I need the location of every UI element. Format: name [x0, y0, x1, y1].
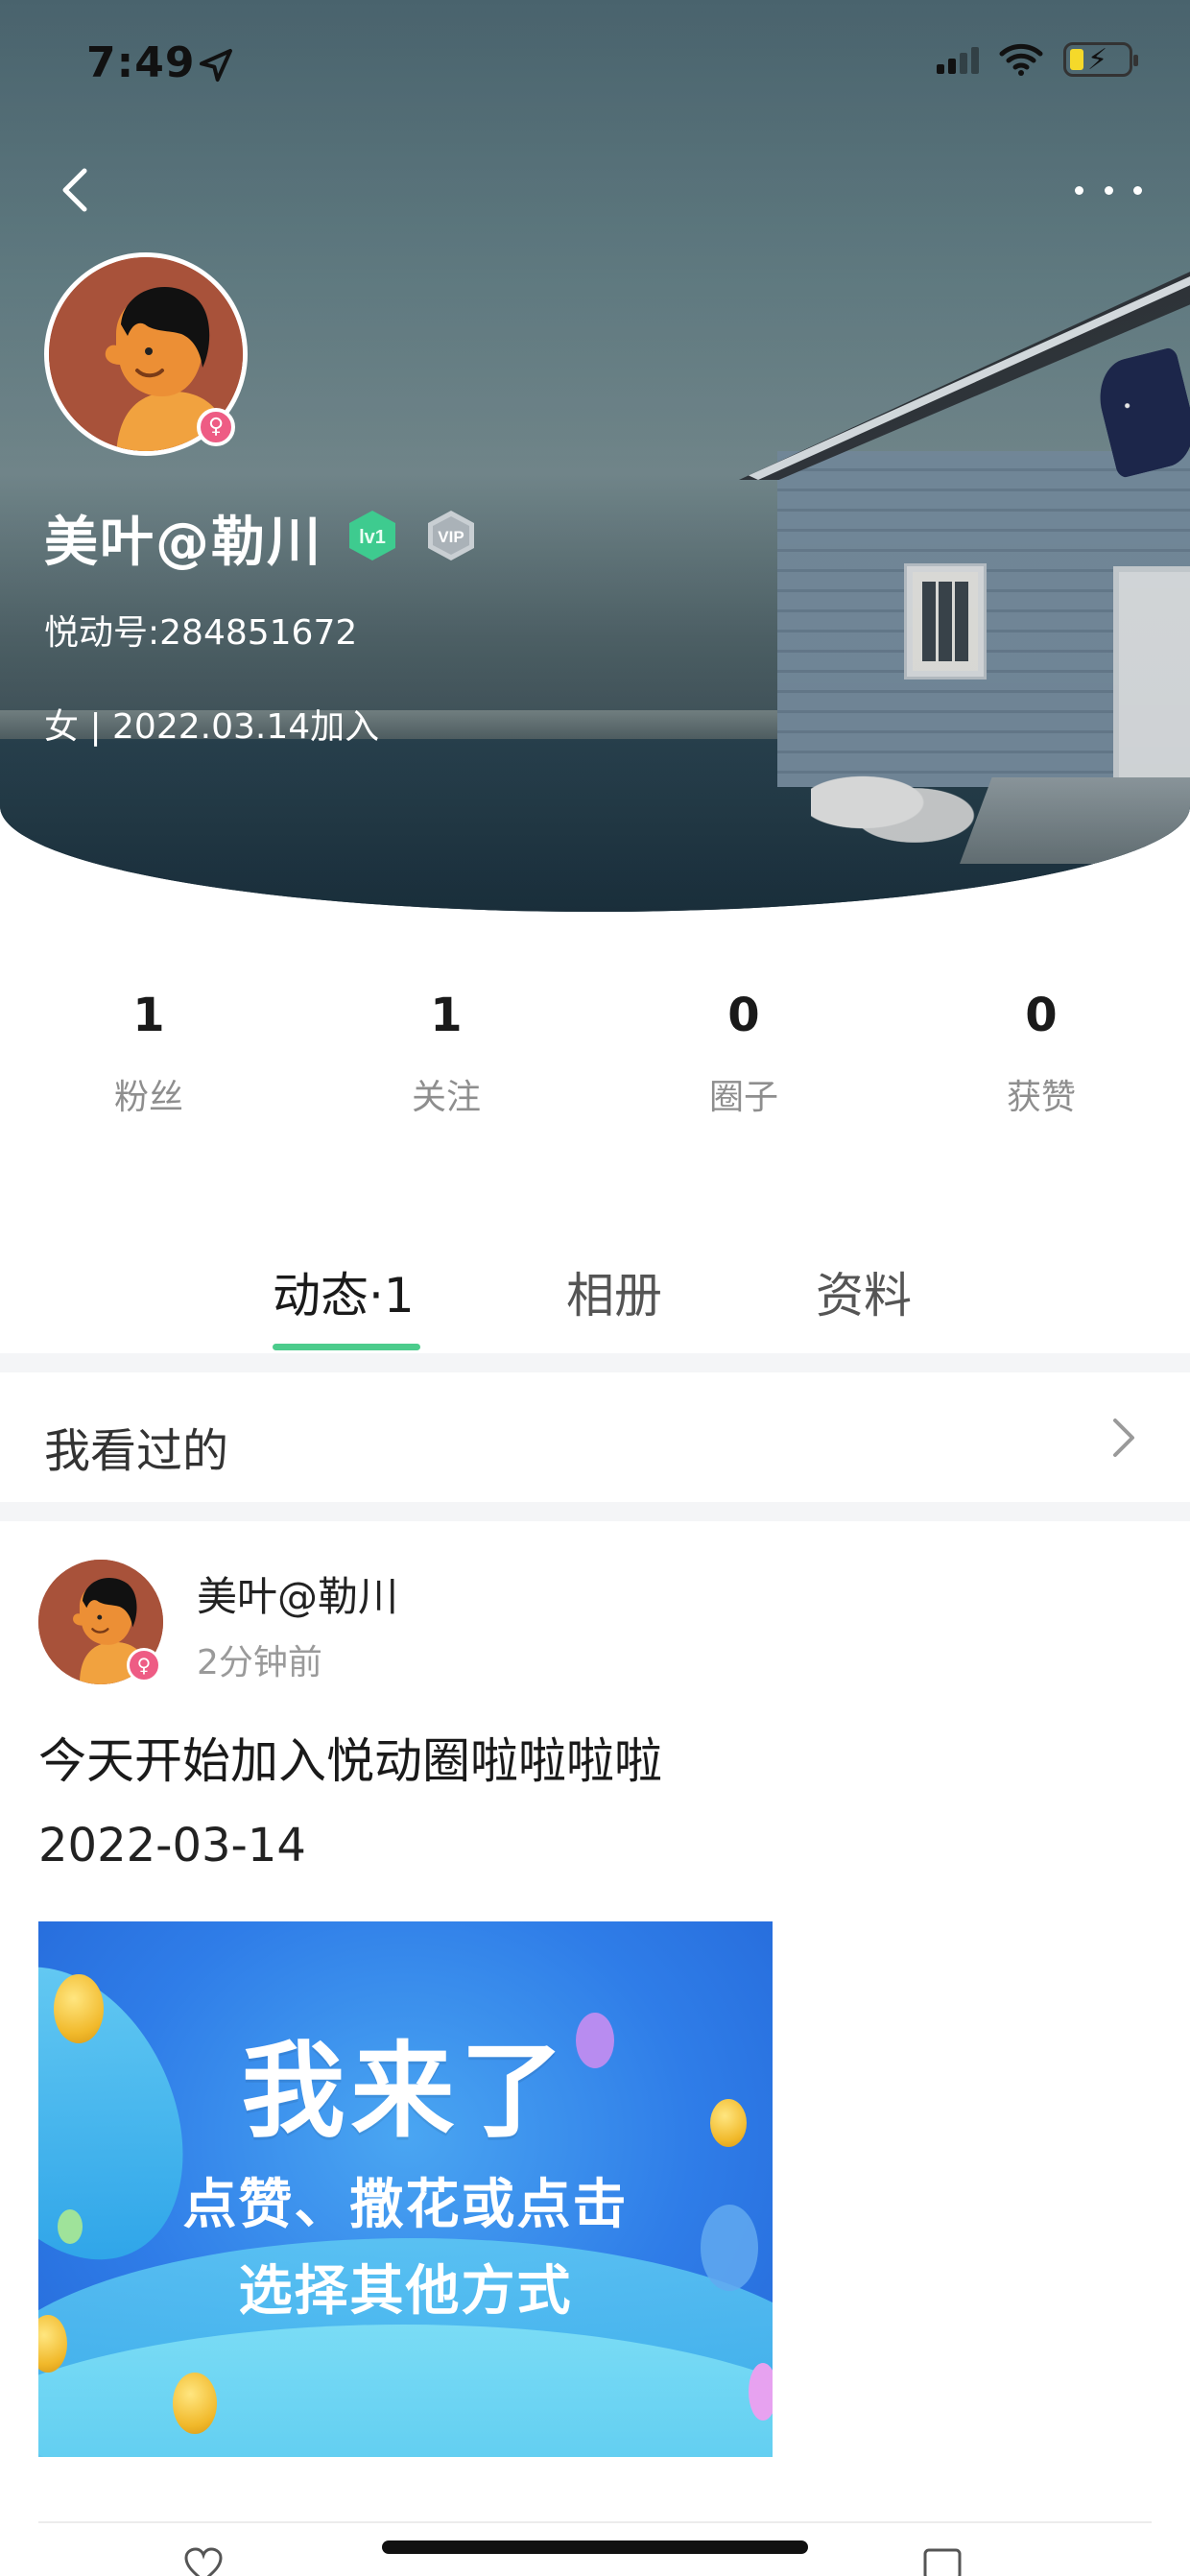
stat-label: 关注: [411, 1078, 481, 1117]
coin-decoration: [173, 2373, 217, 2434]
home-indicator: [382, 2540, 808, 2554]
more-dot-icon: [1104, 185, 1113, 195]
profile-tabs: 动态·1 相册 资料: [0, 1248, 1190, 1353]
status-time: 7:49: [86, 38, 196, 87]
stat-likes[interactable]: 0 获赞: [892, 989, 1190, 1119]
profile-stats: 1 粉丝 1 关注 0 圈子 0 获赞: [0, 989, 1190, 1119]
post-date: 2022-03-14: [38, 1819, 306, 1872]
chevron-right-icon: [1113, 1419, 1134, 1457]
vip-badge-icon: VIP: [428, 511, 474, 561]
level-badge-icon: lv1: [349, 511, 395, 561]
more-options-button[interactable]: [1075, 171, 1142, 209]
bubble-decoration: [749, 2363, 773, 2421]
section-divider: [0, 1502, 1190, 1521]
stat-circles[interactable]: 0 圈子: [595, 989, 892, 1119]
stat-following[interactable]: 1 关注: [298, 989, 595, 1119]
stat-label: 获赞: [1006, 1078, 1076, 1117]
vip-badge-text: VIP: [438, 528, 464, 546]
tab-album[interactable]: 相册: [566, 1257, 662, 1363]
female-icon: ♀: [127, 1648, 161, 1682]
post-timestamp: 2分钟前: [197, 1643, 322, 1682]
profile-meta: 女 | 2022.03.14加入: [44, 707, 380, 747]
post-divider: [38, 2521, 1152, 2523]
stat-value: 1: [132, 989, 165, 1042]
profile-cover: [0, 0, 1190, 912]
more-dot-icon: [1133, 185, 1142, 195]
cellular-signal-icon: [937, 45, 979, 74]
status-bar: 7:49 ⚡: [0, 0, 1190, 125]
stat-value: 0: [1025, 989, 1058, 1042]
heart-icon[interactable]: [182, 2546, 225, 2576]
profile-username: 美叶@勒川: [44, 512, 322, 574]
tab-profile-info[interactable]: 资料: [816, 1257, 912, 1363]
active-tab-indicator: [273, 1344, 420, 1350]
stat-label: 圈子: [708, 1078, 778, 1117]
comment-icon[interactable]: [921, 2546, 964, 2576]
stat-value: 1: [430, 989, 463, 1042]
post-image-line1: 点赞、撒花或点击: [182, 2174, 629, 2236]
post-body-text: 今天开始加入悦动圈啦啦啦啦: [38, 1733, 662, 1789]
post-image-line2: 选择其他方式: [238, 2260, 573, 2323]
post-image-title: 我来了: [241, 2032, 570, 2152]
feed-post: ♀ 美叶@勒川 2分钟前 今天开始加入悦动圈啦啦啦啦 2022-03-14 我来…: [0, 1521, 1190, 2576]
profile-user-id: 悦动号:284851672: [44, 613, 358, 653]
stat-fans[interactable]: 1 粉丝: [0, 989, 298, 1119]
section-divider: [0, 1353, 1190, 1372]
post-image[interactable]: 我来了 点赞、撒花或点击 选择其他方式: [38, 1921, 773, 2457]
female-icon: ♀: [197, 408, 235, 446]
level-badge-text: lv1: [359, 527, 386, 548]
status-icons: ⚡: [937, 42, 1138, 77]
battery-icon: ⚡: [1063, 42, 1138, 77]
more-dot-icon: [1075, 185, 1083, 195]
post-author-name[interactable]: 美叶@勒川: [197, 1564, 398, 1623]
viewed-history-label: 我看过的: [44, 1424, 229, 1478]
location-arrow-icon: [200, 49, 232, 82]
wifi-icon: [999, 43, 1043, 76]
stat-value: 0: [727, 989, 760, 1042]
back-chevron-icon[interactable]: [48, 161, 106, 219]
viewed-history-row[interactable]: 我看过的: [0, 1372, 1190, 1502]
stat-label: 粉丝: [113, 1078, 183, 1117]
